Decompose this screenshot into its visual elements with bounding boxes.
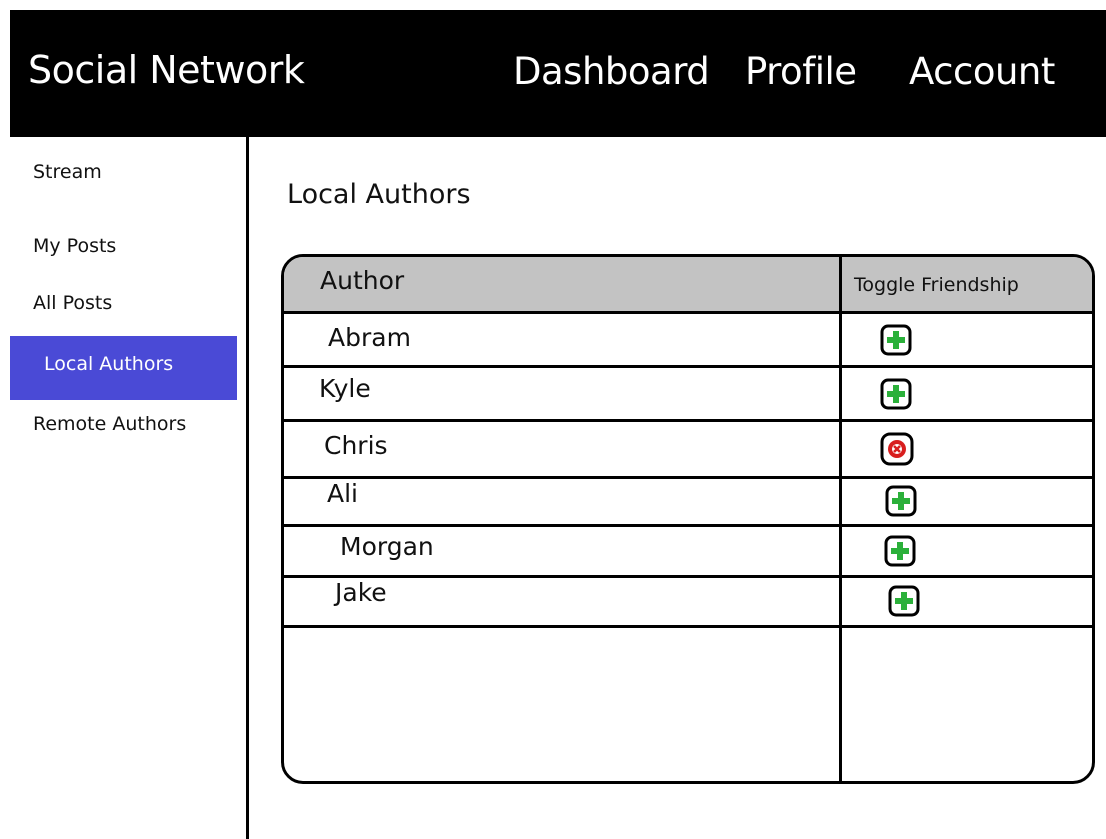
table-row: Morgan — [284, 527, 1092, 578]
add-friend-icon[interactable] — [880, 378, 912, 410]
sidebar-item-stream[interactable]: Stream — [10, 152, 237, 192]
author-name: Abram — [328, 323, 411, 352]
nav-dashboard[interactable]: Dashboard — [513, 50, 710, 93]
sidebar-item-all-posts[interactable]: All Posts — [10, 283, 237, 323]
sidebar-item-label: Local Authors — [44, 353, 174, 375]
table-row: Chris — [284, 422, 1092, 479]
table-row: Jake — [284, 578, 1092, 628]
sidebar-item-local-authors[interactable]: Local Authors — [10, 336, 237, 400]
sidebar-item-label: Stream — [33, 161, 102, 183]
nav-account[interactable]: Account — [909, 50, 1055, 93]
add-friend-icon[interactable] — [885, 485, 917, 517]
sidebar-item-remote-authors[interactable]: Remote Authors — [10, 404, 237, 444]
add-friend-icon[interactable] — [888, 585, 920, 617]
remove-friend-icon[interactable] — [880, 432, 914, 466]
author-name: Ali — [327, 479, 358, 508]
table-row: Abram — [284, 314, 1092, 368]
column-divider — [839, 257, 842, 781]
sidebar-divider — [246, 137, 249, 839]
column-header-toggle-friendship: Toggle Friendship — [854, 274, 1019, 296]
add-friend-icon[interactable] — [880, 324, 912, 356]
nav-profile[interactable]: Profile — [745, 50, 857, 93]
author-name: Kyle — [319, 374, 371, 403]
author-name: Morgan — [340, 532, 434, 561]
page-title: Local Authors — [287, 179, 471, 210]
top-header: Social Network Dashboard Profile Account — [10, 10, 1106, 137]
authors-table: Author Toggle Friendship Abram Kyle Chri… — [281, 254, 1095, 784]
author-name: Jake — [335, 578, 387, 607]
column-header-author: Author — [320, 266, 405, 295]
table-row: Ali — [284, 479, 1092, 527]
author-name: Chris — [324, 431, 388, 460]
sidebar-item-my-posts[interactable]: My Posts — [10, 226, 237, 266]
table-header: Author Toggle Friendship — [284, 257, 1092, 314]
table-row: Kyle — [284, 368, 1092, 422]
sidebar-item-label: My Posts — [33, 235, 117, 257]
sidebar-item-label: All Posts — [33, 292, 113, 314]
add-friend-icon[interactable] — [884, 535, 916, 567]
brand-title[interactable]: Social Network — [28, 48, 305, 92]
sidebar-item-label: Remote Authors — [33, 413, 187, 435]
